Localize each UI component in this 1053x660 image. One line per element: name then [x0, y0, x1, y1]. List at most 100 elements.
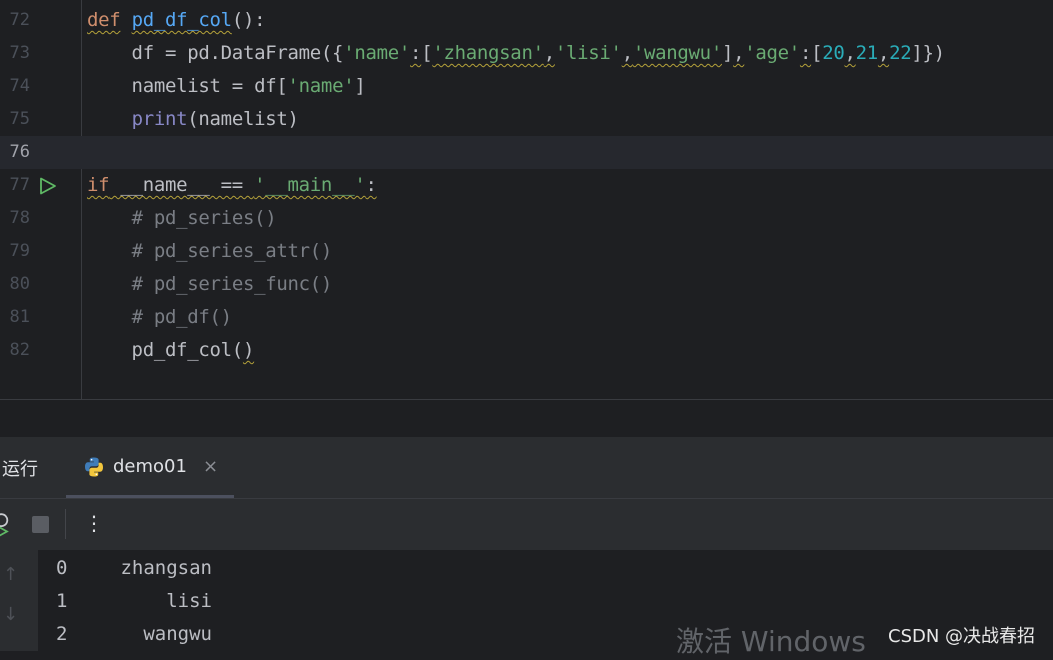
code-line[interactable]: 76 [0, 136, 1053, 169]
code-line[interactable]: 80 # pd_series_func() [0, 268, 1053, 301]
code-token: 'name' [343, 42, 411, 64]
panel-splitter[interactable] [0, 401, 1053, 437]
more-options-icon[interactable]: ⋮ [84, 511, 104, 535]
code-token: (namelist) [187, 108, 299, 130]
activate-windows-watermark: 激活 Windows [676, 625, 866, 658]
run-panel-header: 运行 demo01 × [0, 437, 1053, 498]
output-value: zhangsan [120, 557, 212, 579]
code-token: 'name' [287, 75, 355, 97]
tab-label: demo01 [113, 456, 187, 477]
code-line[interactable]: 79 # pd_series_attr() [0, 235, 1053, 268]
code-text: # pd_series() [87, 202, 277, 235]
code-line[interactable]: 81 # pd_df() [0, 301, 1053, 334]
code-text: # pd_series_attr() [87, 235, 333, 268]
code-token: 20 [822, 42, 845, 64]
run-toolbar: ⋮ [0, 498, 1053, 551]
code-token: (): [231, 9, 266, 31]
code-text: # pd_series_func() [87, 268, 333, 301]
code-token: df = pd.DataFrame({ [87, 42, 344, 64]
editor-bottom-border [0, 399, 1053, 400]
code-token: 'wangwu' [632, 42, 722, 64]
code-token: , [733, 42, 745, 64]
code-token: # pd_series_func() [131, 273, 333, 295]
code-token: , [877, 42, 890, 64]
code-token: print [131, 108, 188, 130]
code-line[interactable]: 74 namelist = df['name'] [0, 70, 1053, 103]
code-token: 'lisi' [554, 42, 622, 64]
python-icon [85, 457, 103, 477]
code-token: 'age' [744, 42, 800, 64]
stop-icon[interactable] [32, 516, 49, 533]
code-token: : [410, 42, 422, 64]
rerun-icon[interactable] [0, 513, 12, 537]
code-text: namelist = df['name'] [87, 70, 366, 103]
code-token: 'zhangsan' [432, 42, 544, 64]
code-token: pd_df_col( [87, 339, 244, 361]
code-token: 22 [889, 42, 912, 64]
code-token: , [621, 42, 633, 64]
line-number: 80 [9, 274, 30, 294]
code-text: pd_df_col() [87, 334, 255, 367]
line-number: 82 [9, 340, 30, 360]
code-token: ] [721, 42, 734, 64]
run-icon[interactable] [38, 177, 58, 195]
code-token: # pd_series_attr() [131, 240, 333, 262]
code-token: [ [421, 42, 433, 64]
line-number: 74 [9, 76, 30, 96]
code-token: if [87, 174, 110, 196]
code-text: def pd_df_col(): [87, 4, 266, 37]
code-token: # pd_df() [131, 306, 233, 328]
code-line[interactable]: 75 print(namelist) [0, 103, 1053, 136]
line-number: 81 [9, 307, 30, 327]
run-panel-title: 运行 [2, 459, 38, 480]
output-line: 2 wangwu [0, 618, 600, 651]
code-token: [ [811, 42, 823, 64]
code-line[interactable]: 78 # pd_series() [0, 202, 1053, 235]
line-number: 78 [9, 208, 30, 228]
code-token: namelist = df[ [87, 75, 288, 97]
code-line[interactable]: 82 pd_df_col() [0, 334, 1053, 367]
code-token: # pd_series() [131, 207, 277, 229]
code-line[interactable]: 72 def pd_df_col(): [0, 4, 1053, 37]
code-token: 21 [855, 42, 879, 64]
code-text: if __name__ == '__main__': [87, 169, 377, 202]
code-line[interactable]: 73 df = pd.DataFrame({'name':['zhangsan'… [0, 37, 1053, 70]
output-value: wangwu [143, 623, 212, 645]
output-index: 1 [56, 590, 68, 612]
code-token: : [365, 174, 377, 196]
code-token: ]}) [911, 42, 945, 64]
line-number: 72 [9, 10, 30, 30]
csdn-watermark: CSDN @决战春招 [888, 626, 1036, 647]
code-token: , [844, 42, 856, 64]
code-line[interactable]: 77 if __name__ == '__main__': [0, 169, 1053, 202]
tab-demo01[interactable]: demo01 × [66, 437, 234, 498]
close-icon[interactable]: × [203, 456, 218, 477]
code-editor[interactable]: 72 def pd_df_col(): 73 df = pd.DataFrame({… [0, 0, 1053, 400]
code-token: __name__ == [109, 174, 255, 196]
line-number: 76 [9, 142, 30, 162]
code-text: # pd_df() [87, 301, 233, 334]
output-index: 2 [56, 623, 68, 645]
output-value: lisi [166, 590, 212, 612]
code-token: '__main__' [254, 174, 366, 196]
output-line: 1 lisi [0, 585, 600, 618]
code-text: print(namelist) [87, 103, 299, 136]
code-token: ) [242, 339, 255, 361]
code-token: def [87, 9, 121, 31]
line-number: 77 [9, 175, 30, 195]
output-line: 0 zhangsan [0, 552, 600, 585]
code-token: ] [354, 75, 366, 97]
code-token: , [543, 42, 555, 64]
code-token: : [799, 42, 812, 64]
code-text: df = pd.DataFrame({'name':['zhangsan','l… [87, 37, 946, 70]
line-number: 79 [9, 241, 30, 261]
line-number: 75 [9, 109, 30, 129]
output-index: 0 [56, 557, 68, 579]
toolbar-separator [65, 509, 66, 539]
code-token: pd_df_col [131, 9, 233, 31]
